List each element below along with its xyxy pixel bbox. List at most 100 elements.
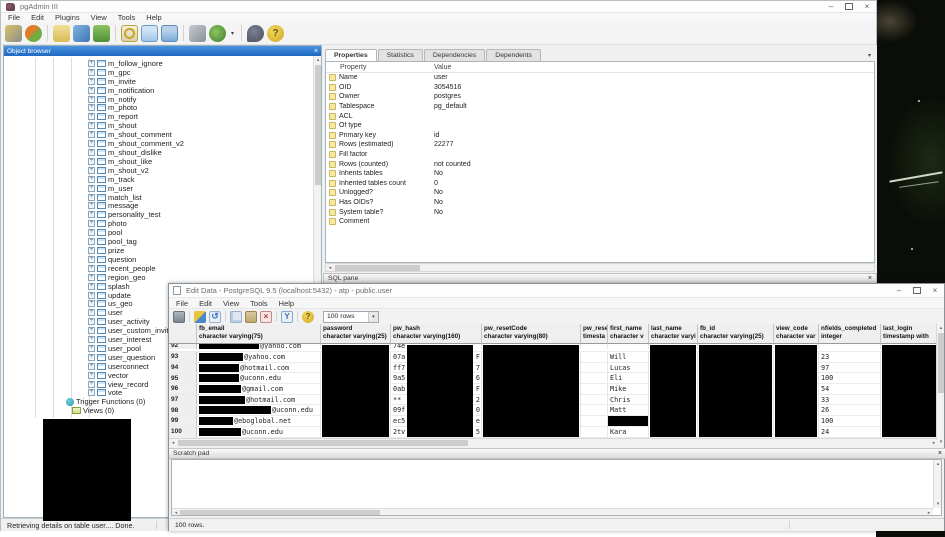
cell-fb_email[interactable]: @eboglobal.net <box>197 416 321 426</box>
expand-icon[interactable] <box>88 59 95 67</box>
menu-view[interactable]: View <box>91 13 107 22</box>
cell-pw_rese[interactable] <box>581 373 608 384</box>
cell-first_name[interactable]: Kara <box>608 426 649 437</box>
cell-nfields_completed[interactable]: 33 <box>819 394 881 405</box>
expand-icon[interactable] <box>88 309 95 317</box>
expand-icon[interactable] <box>88 68 95 76</box>
tree-item-region_geo[interactable]: region_geo <box>4 273 313 282</box>
expand-icon[interactable] <box>88 149 95 157</box>
expand-icon[interactable] <box>88 362 95 370</box>
tree-item-recent_people[interactable]: recent_people <box>4 264 313 273</box>
tree-item-m_shout_v2[interactable]: m_shout_v2 <box>4 166 313 175</box>
tree-item-personality_test[interactable]: personality_test <box>4 210 313 219</box>
minimize-button[interactable] <box>890 284 908 297</box>
cell-pw_rese[interactable] <box>581 426 608 437</box>
hint-balloon-icon[interactable] <box>247 24 264 42</box>
tree-item-m_shout_dislike[interactable]: m_shout_dislike <box>4 148 313 157</box>
menu-tools[interactable]: Tools <box>250 299 268 308</box>
expand-icon[interactable] <box>88 336 95 344</box>
help-icon[interactable] <box>267 24 284 42</box>
cell-first_name[interactable]: Chris <box>608 394 649 405</box>
expand-icon[interactable] <box>88 264 95 272</box>
expand-icon[interactable] <box>88 246 95 254</box>
scrollbar-thumb[interactable] <box>335 265 420 271</box>
expand-icon[interactable] <box>88 353 95 361</box>
tree-item-m_gpc[interactable]: m_gpc <box>4 68 313 77</box>
expand-icon[interactable] <box>88 184 95 192</box>
expand-icon[interactable] <box>88 380 95 388</box>
cell-pw_rese[interactable] <box>581 352 608 362</box>
expand-icon[interactable] <box>88 157 95 165</box>
expand-icon[interactable] <box>88 282 95 290</box>
tree-item-pool_tag[interactable]: pool_tag <box>4 237 313 246</box>
tree-item-m_report[interactable]: m_report <box>4 112 313 121</box>
expand-icon[interactable] <box>88 327 95 335</box>
menu-view[interactable]: View <box>223 299 239 308</box>
scrollbar-thumb[interactable] <box>178 440 468 446</box>
tree-item-m_invite[interactable]: m_invite <box>4 77 313 86</box>
scratchpad-hscrollbar[interactable] <box>172 508 933 515</box>
cell-fb_email[interactable]: @yahoo.com <box>197 344 321 349</box>
minimize-button[interactable] <box>822 1 840 12</box>
tree-item-photo[interactable]: photo <box>4 219 313 228</box>
scrollbar-thumb[interactable] <box>315 65 321 185</box>
maximize-button[interactable] <box>840 1 858 12</box>
scratchpad-vscrollbar[interactable] <box>933 460 941 508</box>
cell-first_name[interactable] <box>608 416 649 426</box>
view-data-icon[interactable] <box>141 24 158 42</box>
cell-first_name[interactable]: Matt <box>608 405 649 416</box>
filter-icon[interactable] <box>281 310 293 323</box>
scroll-left-icon[interactable] <box>172 509 180 517</box>
properties-hscrollbar[interactable] <box>325 263 875 272</box>
drop-object-icon[interactable] <box>93 24 110 42</box>
cell-first_name[interactable]: Will <box>608 352 649 362</box>
menu-file[interactable]: File <box>176 299 188 308</box>
scroll-down-icon[interactable] <box>937 438 945 446</box>
execute-icon[interactable] <box>73 24 90 42</box>
expand-icon[interactable] <box>88 220 95 228</box>
cell-fb_email[interactable]: @gmail.com <box>197 384 321 394</box>
cell-fb_email[interactable]: @hotmail.com <box>197 394 321 405</box>
scroll-right-icon[interactable] <box>925 509 933 517</box>
undo-icon[interactable] <box>209 310 221 323</box>
tree-item-m_notify[interactable]: m_notify <box>4 95 313 104</box>
display-objects-icon[interactable] <box>53 24 70 42</box>
expand-icon[interactable] <box>88 122 95 130</box>
tree-item-m_photo[interactable]: m_photo <box>4 103 313 112</box>
expand-icon[interactable] <box>88 300 95 308</box>
cell-pw_rese[interactable] <box>581 384 608 394</box>
grid-hscrollbar[interactable] <box>169 438 938 447</box>
expand-icon[interactable] <box>88 344 95 352</box>
tree-item-m_notification[interactable]: m_notification <box>4 86 313 95</box>
cell-nfields_completed[interactable]: 97 <box>819 362 881 373</box>
scroll-up-icon[interactable] <box>314 56 322 64</box>
save-icon[interactable] <box>173 310 185 323</box>
expand-icon[interactable] <box>88 202 95 210</box>
cell-nfields_completed[interactable] <box>819 344 881 349</box>
cell-nfields_completed[interactable]: 54 <box>819 384 881 394</box>
cell-nfields_completed[interactable]: 100 <box>819 416 881 426</box>
cell-fb_email[interactable]: @uconn.edu <box>197 405 321 416</box>
paste-icon[interactable] <box>245 310 257 323</box>
tree-item-question[interactable]: question <box>4 255 313 264</box>
scrollbar-thumb[interactable] <box>180 510 380 515</box>
expand-icon[interactable] <box>88 95 95 103</box>
tree-item-m_shout_comment_v2[interactable]: m_shout_comment_v2 <box>4 139 313 148</box>
scroll-left-icon[interactable] <box>169 439 177 447</box>
settings-gear-icon[interactable] <box>209 24 226 42</box>
cell-nfields_completed[interactable]: 26 <box>819 405 881 416</box>
cell-nfields_completed[interactable]: 100 <box>819 373 881 384</box>
scroll-left-icon[interactable] <box>326 264 334 272</box>
refresh-icon[interactable] <box>25 24 42 42</box>
menu-edit[interactable]: Edit <box>199 299 212 308</box>
cell-first_name[interactable]: Eli <box>608 373 649 384</box>
cell-pw_rese[interactable] <box>581 344 608 349</box>
tree-item-m_follow_ignore[interactable]: m_follow_ignore <box>4 59 313 68</box>
expand-icon[interactable] <box>88 371 95 379</box>
cell-pw_rese[interactable] <box>581 394 608 405</box>
connect-server-icon[interactable] <box>5 24 22 42</box>
delete-icon[interactable] <box>260 310 272 323</box>
expand-icon[interactable] <box>88 389 95 397</box>
expand-icon[interactable] <box>88 211 95 219</box>
expand-icon[interactable] <box>88 86 95 94</box>
